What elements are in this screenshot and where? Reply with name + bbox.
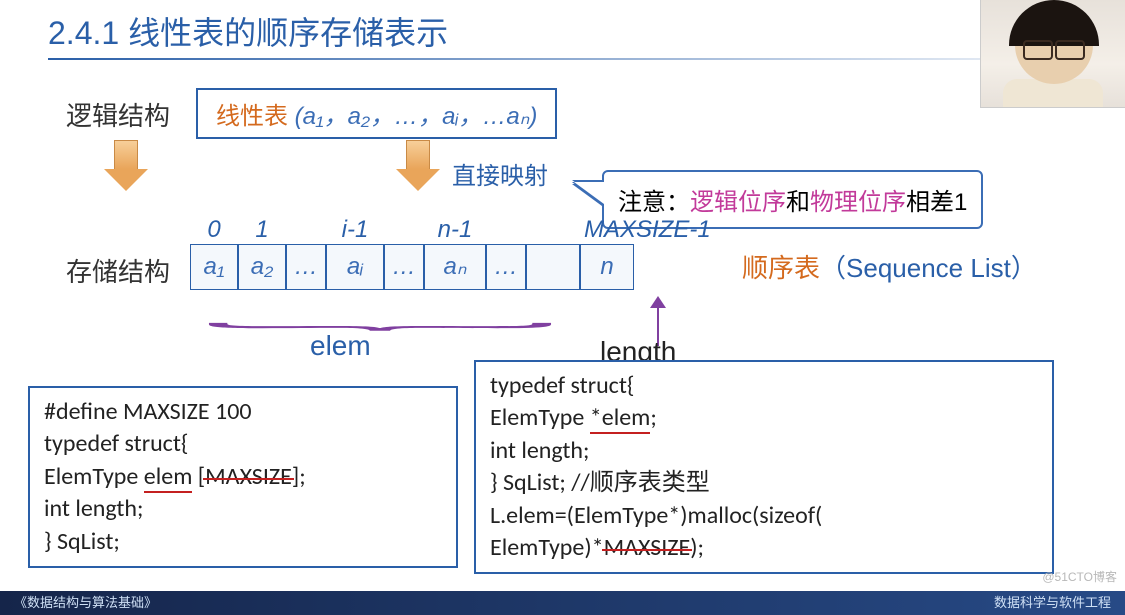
footer-right: 数据科学与软件工程 [994, 591, 1111, 615]
cell-row: a₁ a₂ … aᵢ … aₙ … n [190, 244, 720, 290]
linear-list-prefix: 线性表 [216, 103, 288, 130]
notice-mid: 和 [786, 189, 810, 216]
code-box-dynamic: typedef struct{ ElemType *elem; int leng… [474, 360, 1054, 574]
footer-bar: 《数据结构与算法基础》 数据科学与软件工程 [0, 591, 1125, 615]
mapping-label: 直接映射 [452, 156, 548, 191]
index-row: 0 1 i-1 n-1 MAXSIZE-1 [190, 216, 720, 244]
curly-brace-icon: ︸ [200, 314, 560, 358]
code-box-static: #define MAXSIZE 100 typedef struct{ Elem… [28, 386, 458, 568]
linear-list-box: 线性表 (a₁，a₂，…，aᵢ，…aₙ) [196, 88, 557, 139]
down-arrow-icon [396, 140, 440, 192]
notice-suffix: 相差1 [906, 189, 967, 216]
footer-left: 《数据结构与算法基础》 [14, 591, 157, 615]
sequence-list-label: 顺序表（Sequence List） [742, 248, 1037, 285]
elem-brace-label: elem [310, 330, 371, 362]
slide-title: 2.4.1 线性表的顺序存储表示 [0, 0, 1125, 58]
webcam-thumbnail [980, 0, 1125, 108]
notice-prefix: 注意： [618, 189, 690, 216]
storage-structure-label: 存储结构 [66, 257, 170, 287]
logical-structure-label: 逻辑结构 [66, 101, 170, 131]
notice-part2: 物理位序 [810, 189, 906, 216]
speech-tail-icon [574, 182, 604, 204]
linear-list-content: (a₁，a₂，…，aᵢ，…aₙ) [288, 103, 537, 130]
down-arrow-icon [104, 140, 148, 192]
watermark: @51CTO博客 [1042, 568, 1117, 585]
array-diagram: 0 1 i-1 n-1 MAXSIZE-1 a₁ a₂ … aᵢ … aₙ … … [190, 216, 720, 290]
notice-part1: 逻辑位序 [690, 189, 786, 216]
title-underline [48, 58, 1085, 60]
